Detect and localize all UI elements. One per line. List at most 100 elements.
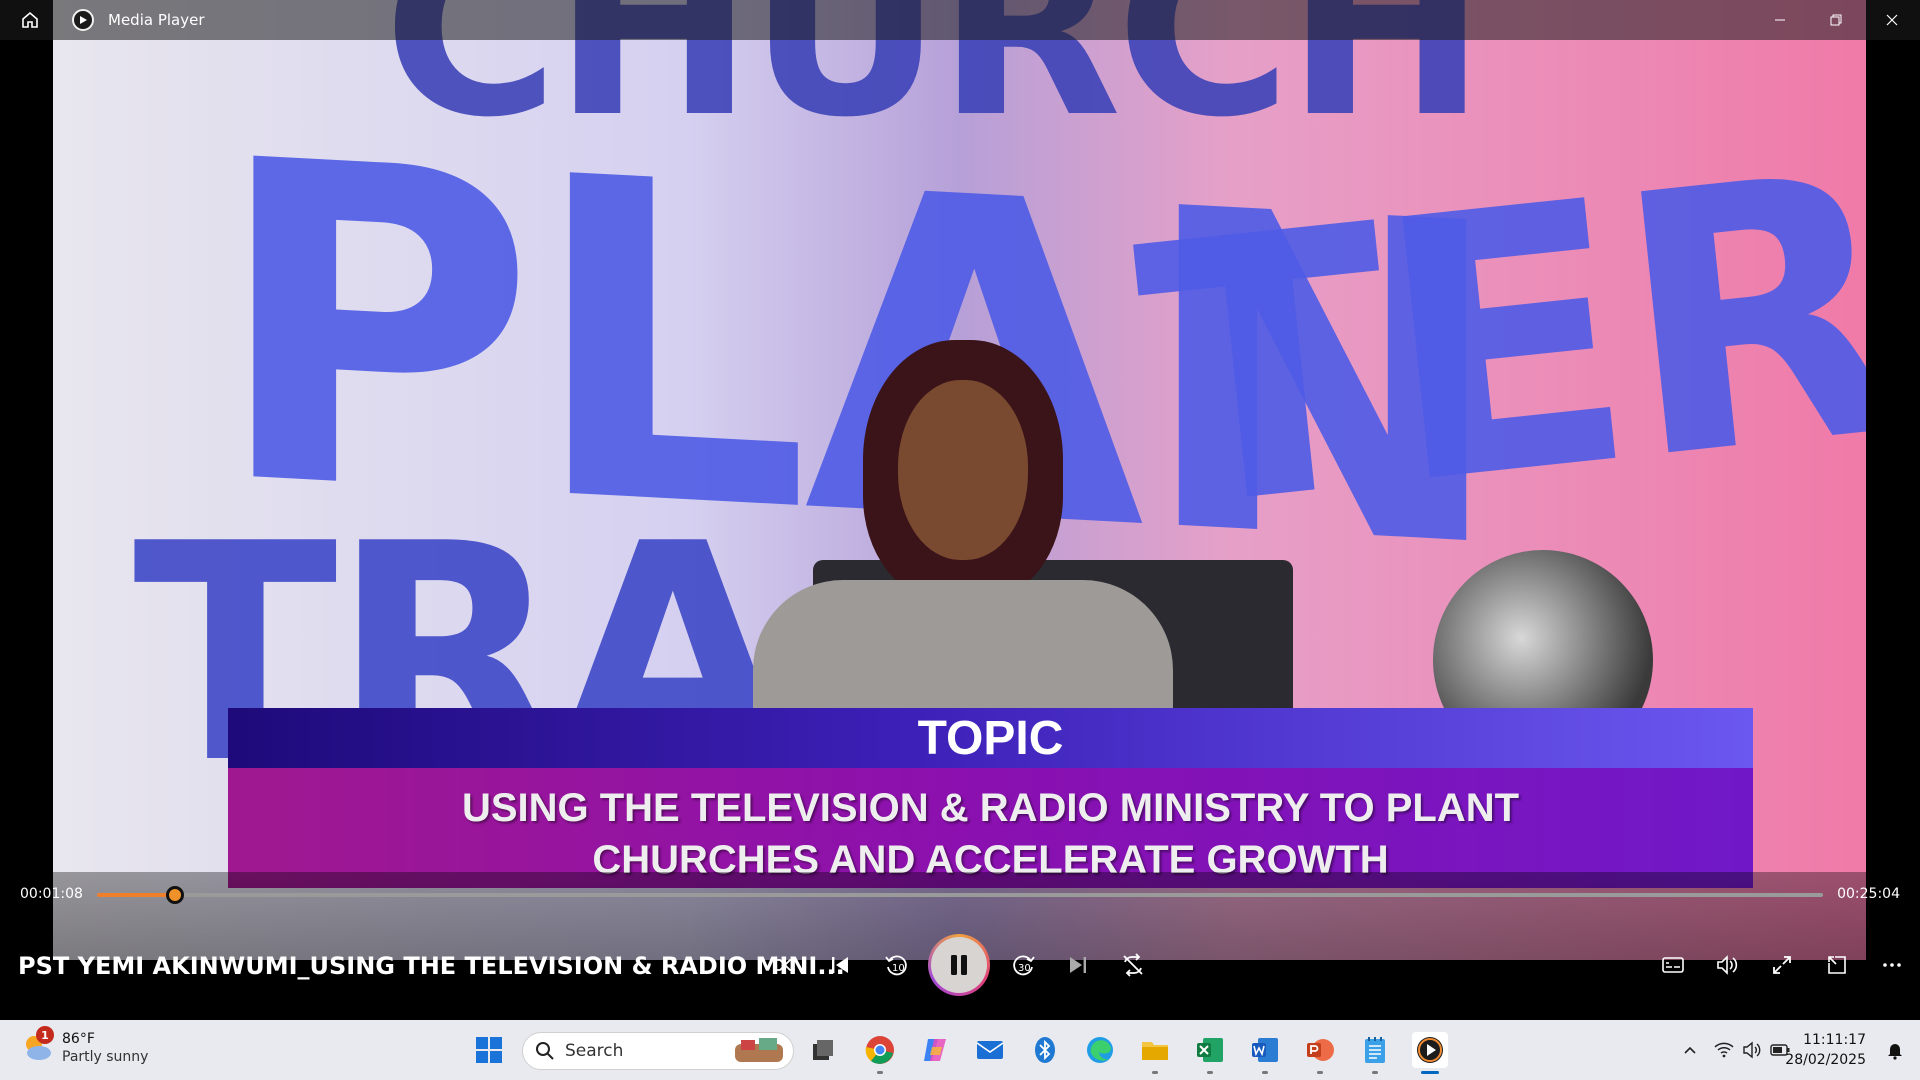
duration-time: 00:25:04 [1837,886,1900,902]
excel-app[interactable] [1192,1032,1228,1074]
powerpoint-icon [1307,1039,1334,1061]
edge-app[interactable] [1082,1032,1118,1068]
running-indicator [877,1071,883,1074]
skip-forward-30-icon: 30 [1013,955,1035,976]
wifi-button[interactable] [1712,1032,1736,1068]
topic-line-1: USING THE TELEVISION & RADIO MINISTRY TO… [461,786,1520,830]
volume-button[interactable] [1700,938,1754,992]
next-icon [1070,957,1086,973]
copilot-icon [924,1039,946,1061]
notepad-app[interactable] [1357,1032,1393,1074]
volume-tray-button[interactable] [1740,1032,1764,1068]
previous-icon [832,957,848,973]
chevron-up-icon [1684,1046,1696,1054]
word-icon [1252,1038,1278,1062]
window-title: Media Player [108,11,205,29]
repeat-off-icon [1123,953,1143,977]
task-view-button[interactable] [805,1032,841,1068]
media-player-app-icon [72,9,94,31]
media-player-icon [1417,1037,1443,1063]
mail-app[interactable] [972,1032,1008,1068]
seek-bar-thumb[interactable] [166,886,184,904]
more-icon [1883,963,1901,967]
media-player-app[interactable] [1412,1032,1448,1074]
chrome-app[interactable] [862,1032,898,1074]
running-indicator [1152,1071,1158,1074]
skip-forward-button[interactable]: 30 [997,938,1051,992]
taskbar-search[interactable]: Search [522,1032,794,1070]
restore-button[interactable] [1808,0,1864,40]
weather-temperature: 86°F [62,1031,95,1047]
bluetooth-app[interactable] [1027,1032,1063,1068]
next-button[interactable] [1051,938,1105,992]
edge-icon [1087,1037,1113,1063]
skip-forward-seconds: 30 [1018,963,1031,974]
close-button[interactable] [1864,0,1920,40]
search-highlight-icon [735,1038,783,1062]
excel-icon [1197,1038,1223,1062]
weather-widget[interactable]: 1 86°F Partly sunny [20,1026,149,1066]
active-indicator [1421,1071,1439,1074]
notepad-icon [1365,1037,1385,1063]
shuffle-button[interactable] [758,938,812,992]
notifications-button[interactable] [1882,1032,1908,1068]
video-frame[interactable]: CHURCH PLAN TERS TRA TOPIC USING THE TEL… [53,0,1866,960]
task-view-icon [813,1040,833,1060]
mini-player-button[interactable] [1810,938,1864,992]
partly-sunny-icon: 1 [20,1026,54,1064]
home-icon[interactable] [14,4,46,36]
weather-badge: 1 [36,1026,54,1044]
running-indicator [1207,1071,1213,1074]
wifi-icon [1714,1042,1734,1058]
skip-back-10-icon: 10 [885,955,907,976]
mail-icon [976,1041,1004,1059]
notification-bell-icon [1888,1044,1902,1060]
player-controls: 00:01:08 00:25:04 PST YEMI AKINWUMI_USIN… [0,872,1920,1018]
title-bar: Media Player [0,0,1920,40]
start-button[interactable] [471,1032,507,1068]
skip-back-button[interactable]: 10 [869,938,923,992]
chrome-icon [865,1036,894,1064]
clock[interactable]: 11:11:17 28/02/2025 [1785,1030,1866,1070]
running-indicator [1372,1071,1378,1074]
fullscreen-icon [1773,956,1791,974]
media-title: PST YEMI AKINWUMI_USING THE TELEVISION &… [18,952,845,980]
word-app[interactable] [1247,1032,1283,1074]
volume-icon [1717,955,1738,975]
clock-time: 11:11:17 [1803,1032,1866,1048]
powerpoint-app[interactable] [1302,1032,1338,1074]
previous-button[interactable] [813,938,867,992]
captions-button[interactable] [1646,938,1700,992]
taskbar: 1 86°F Partly sunny Search 11:11:17 28/0… [0,1020,1920,1080]
topic-banner: TOPIC USING THE TELEVISION & RADIO MINIS… [228,708,1753,888]
presenter-figure [753,340,1173,780]
running-indicator [1317,1071,1323,1074]
mini-player-icon [1828,956,1846,974]
shuffle-icon [776,956,796,974]
windows-logo-icon [476,1037,502,1063]
clock-date: 28/02/2025 [1785,1052,1866,1068]
fullscreen-button[interactable] [1755,938,1809,992]
file-explorer-app[interactable] [1137,1032,1173,1074]
seek-bar[interactable] [97,886,1823,904]
seek-bar-progress [97,893,175,897]
pause-icon [951,955,967,975]
show-hidden-icons-button[interactable] [1678,1032,1702,1068]
folder-icon [1142,1042,1168,1060]
copilot-app[interactable] [917,1032,953,1068]
search-placeholder: Search [565,1041,624,1061]
speaker-icon [1743,1041,1761,1059]
current-time: 00:01:08 [20,886,83,902]
minimize-button[interactable] [1752,0,1808,40]
skip-back-seconds: 10 [892,963,905,974]
pause-button[interactable] [928,934,990,996]
repeat-button[interactable] [1106,938,1160,992]
topic-heading: TOPIC [228,708,1753,768]
search-icon [536,1042,554,1060]
captions-icon [1662,957,1684,973]
topic-text: USING THE TELEVISION & RADIO MINISTRY TO… [228,768,1753,888]
more-options-button[interactable] [1865,938,1919,992]
weather-condition: Partly sunny [62,1049,149,1065]
bluetooth-icon [1035,1037,1055,1063]
running-indicator [1262,1071,1268,1074]
